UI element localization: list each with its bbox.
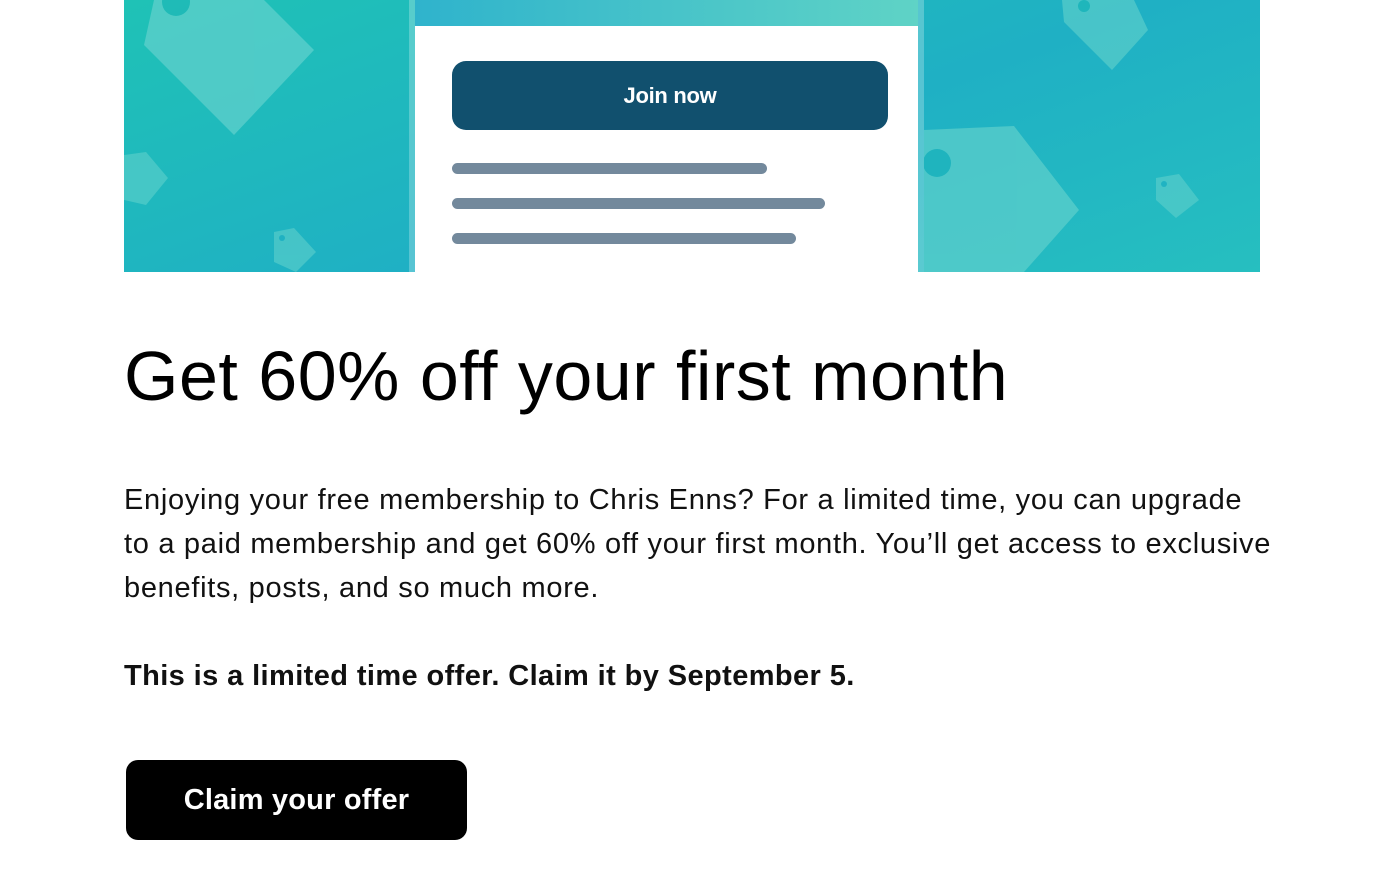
join-now-button[interactable]: Join now [452,61,888,130]
preview-card: Join now [415,0,918,272]
skeleton-line [452,198,825,209]
skeleton-line [452,163,767,174]
hero-banner: Join now [124,0,1260,272]
price-tag-icon [923,126,1079,272]
price-tag-icon [274,228,316,272]
offer-description: Enjoying your free membership to Chris E… [124,484,1272,604]
offer-deadline: This is a limited time offer. Claim it b… [124,660,855,692]
price-tag-icon [1062,0,1148,70]
price-tag-icon [124,152,168,205]
claim-offer-button[interactable]: Claim your offer [126,760,467,840]
skeleton-line [452,233,796,244]
price-tag-icon [144,0,314,135]
price-tag-icon [1156,174,1199,218]
page-title: Get 60% off your first month [124,337,1009,415]
card-header-bar [415,0,918,26]
